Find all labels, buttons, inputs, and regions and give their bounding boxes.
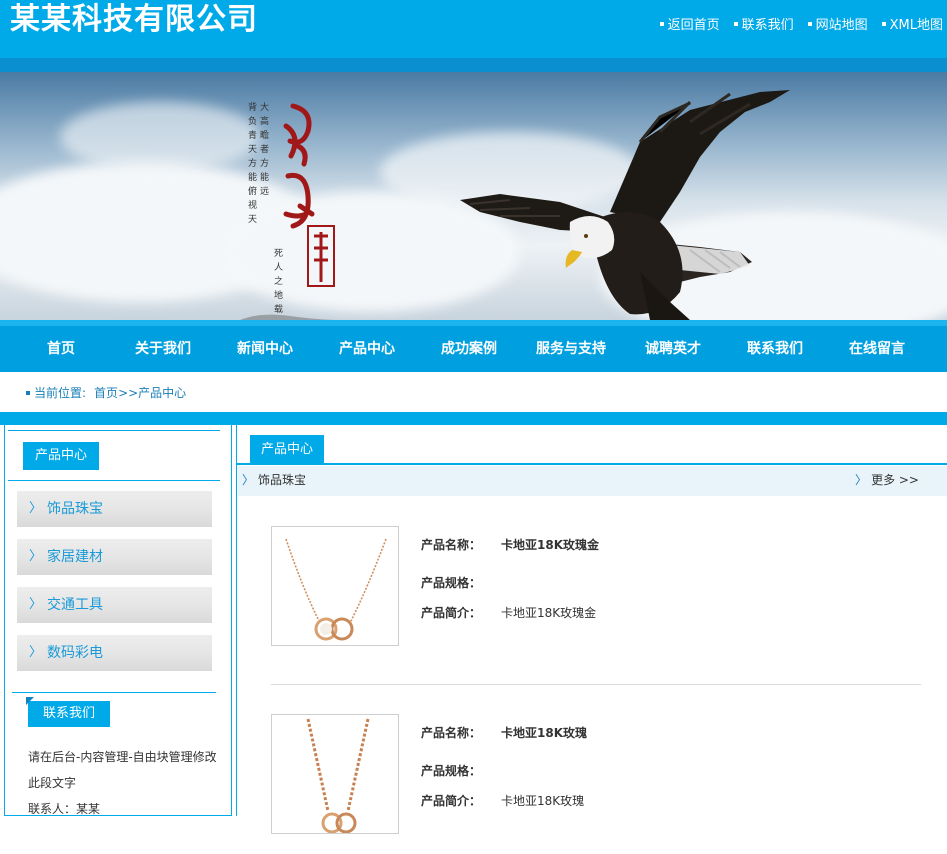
main-tab: 产品中心 — [250, 435, 324, 465]
bullet-icon — [26, 390, 30, 395]
eagle-artwork — [240, 90, 790, 320]
product-name[interactable]: 卡地亚18K玫瑰金 — [501, 536, 599, 553]
bullet-icon — [807, 21, 812, 26]
sidebar-item-vehicles[interactable]: 〉 交通工具 — [17, 587, 212, 623]
nav-service[interactable]: 服务与支持 — [520, 326, 622, 372]
chevron-right-icon: 〉 — [242, 473, 255, 487]
product-desc-row: 产品简介： 卡地亚18K玫瑰 — [421, 794, 585, 808]
site-header: 某某科技有限公司 返回首页 联系我们 网站地图 XML地图 — [0, 0, 947, 58]
breadcrumb-home[interactable]: 首页 — [94, 384, 118, 401]
nav-products[interactable]: 产品中心 — [316, 326, 418, 372]
bullet-icon — [659, 21, 664, 26]
nav-message[interactable]: 在线留言 — [826, 326, 928, 372]
bullet-icon — [733, 21, 738, 26]
divider — [271, 684, 921, 685]
nav-jobs[interactable]: 诚聘英才 — [622, 326, 724, 372]
product-name[interactable]: 卡地亚18K玫瑰 — [501, 724, 587, 741]
breadcrumb-separator: >> — [118, 385, 139, 400]
product-spec-row: 产品规格： — [421, 576, 482, 590]
link-contact[interactable]: 联系我们 — [733, 14, 794, 33]
product-item: 产品名称： 卡地亚18K玫瑰 产品规格： 产品简介： 卡地亚18K玫瑰 — [271, 714, 921, 854]
product-name-row: 产品名称： 卡地亚18K玫瑰金 — [421, 536, 599, 553]
nav-cases[interactable]: 成功案例 — [418, 326, 520, 372]
sidebar-title: 产品中心 — [23, 442, 99, 470]
product-item: 产品名称： 卡地亚18K玫瑰金 产品规格： 产品简介： 卡地亚18K玫瑰金 — [271, 526, 921, 666]
bullet-icon — [881, 21, 886, 26]
nav-news[interactable]: 新闻中心 — [214, 326, 316, 372]
main-nav: 首页 关于我们 新闻中心 产品中心 成功案例 服务与支持 诚聘英才 联系我们 在… — [0, 320, 947, 372]
breadcrumb: 当前位置: 首页 >> 产品中心 — [26, 384, 190, 401]
chevron-right-icon: 〉 — [29, 549, 43, 564]
breadcrumb-label: 当前位置: — [34, 386, 87, 400]
link-home[interactable]: 返回首页 — [659, 14, 720, 33]
section-title: 〉饰品珠宝 — [242, 473, 307, 487]
chevron-right-icon: 〉 — [29, 501, 43, 516]
breadcrumb-current[interactable]: 产品中心 — [138, 384, 186, 401]
product-name-row: 产品名称： 卡地亚18K玫瑰 — [421, 724, 587, 741]
section-bar: 〉饰品珠宝 〉更多 >> — [238, 466, 947, 496]
top-links: 返回首页 联系我们 网站地图 XML地图 — [659, 14, 943, 33]
contact-text: 请在后台-内容管理-自由块管理修改 此段文字 联系人：某某 — [28, 750, 217, 816]
sidebar-item-jewelry[interactable]: 〉 饰品珠宝 — [17, 491, 212, 527]
product-image[interactable] — [271, 714, 399, 834]
content-top-bar — [0, 412, 947, 425]
necklace-image — [285, 538, 387, 641]
nav-contact[interactable]: 联系我们 — [724, 326, 826, 372]
banner-image: 背负青天方能俯视天 大高瞻者方能远 死人之地载 — [0, 72, 947, 320]
chevron-right-icon: 〉 — [29, 645, 43, 660]
more-link[interactable]: 〉更多 >> — [855, 466, 919, 494]
main-tab-underline — [237, 463, 947, 465]
chevron-right-icon: 〉 — [29, 597, 43, 612]
nav-home[interactable]: 首页 — [10, 326, 112, 372]
chevron-right-icon: 〉 — [855, 473, 868, 487]
link-xml-sitemap[interactable]: XML地图 — [881, 14, 943, 33]
nav-about[interactable]: 关于我们 — [112, 326, 214, 372]
product-image[interactable] — [271, 526, 399, 646]
header-stripe — [0, 58, 947, 72]
contact-title: 联系我们 — [26, 697, 110, 727]
sidebar-item-digital-tv[interactable]: 〉 数码彩电 — [17, 635, 212, 671]
sidebar-item-home-building[interactable]: 〉 家居建材 — [17, 539, 212, 575]
product-desc-row: 产品简介： 卡地亚18K玫瑰金 — [421, 606, 597, 620]
link-sitemap[interactable]: 网站地图 — [807, 14, 868, 33]
product-spec-row: 产品规格： — [421, 764, 482, 778]
site-logo[interactable]: 某某科技有限公司 — [10, 2, 258, 38]
necklace-image — [306, 718, 370, 833]
